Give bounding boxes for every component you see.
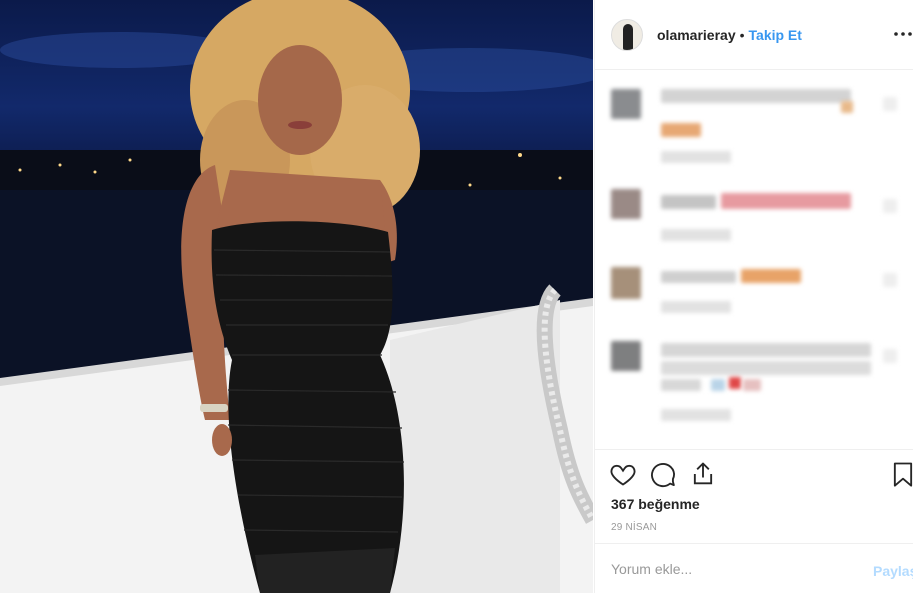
- comment-avatar[interactable]: [611, 189, 641, 219]
- add-comment-bar: Paylaş: [595, 543, 913, 593]
- comment-like-icon[interactable]: [883, 97, 897, 111]
- comment-avatar[interactable]: [611, 267, 641, 299]
- comment-text: [661, 361, 871, 375]
- comment-text: [743, 379, 761, 391]
- comment-meta: [661, 229, 731, 241]
- comment-text: [661, 271, 736, 283]
- instagram-post-view: olamarieray • Takip Et 367 beğenme 29 Nİ…: [0, 0, 913, 593]
- comment-text: [661, 123, 701, 137]
- comment-text: [661, 195, 716, 209]
- speech-bubble-icon[interactable]: [649, 460, 677, 488]
- comment-meta: [661, 301, 731, 313]
- comment-text: [661, 89, 851, 103]
- comment-like-icon[interactable]: [883, 199, 897, 213]
- comment-meta: [661, 409, 731, 421]
- comment-like-icon[interactable]: [883, 349, 897, 363]
- post-photo-illustration: [0, 0, 593, 593]
- comment-text: [729, 377, 741, 389]
- post-date[interactable]: 29 NİSAN: [611, 522, 657, 533]
- comment-avatar[interactable]: [611, 89, 641, 119]
- comment-text: [741, 269, 801, 283]
- comment-text: [661, 379, 701, 391]
- post-side-panel: olamarieray • Takip Et 367 beğenme 29 Nİ…: [594, 0, 913, 593]
- bookmark-icon[interactable]: [889, 460, 913, 488]
- comment-meta: [661, 151, 731, 163]
- comments-list: [595, 71, 913, 449]
- post-header: olamarieray • Takip Et: [595, 0, 913, 70]
- share-comment-button[interactable]: Paylaş: [873, 563, 913, 579]
- username-link[interactable]: olamarieray: [657, 27, 736, 43]
- avatar[interactable]: [611, 18, 643, 51]
- comment-avatar[interactable]: [611, 341, 641, 371]
- more-options-icon[interactable]: [892, 22, 913, 52]
- likes-count[interactable]: 367 beğenme: [611, 496, 700, 512]
- follow-button[interactable]: Takip Et: [749, 27, 802, 43]
- comment-text: [661, 343, 871, 357]
- comment-text: [841, 101, 853, 113]
- post-photo[interactable]: [0, 0, 593, 593]
- comment-text: [711, 379, 725, 391]
- heart-icon[interactable]: [609, 460, 637, 488]
- comment-input[interactable]: [611, 558, 841, 580]
- comment-like-icon[interactable]: [883, 273, 897, 287]
- comment-text: [721, 193, 851, 209]
- post-actions: 367 beğenme 29 NİSAN: [595, 449, 913, 543]
- share-upload-icon[interactable]: [689, 460, 717, 488]
- separator-dot: •: [739, 26, 745, 43]
- avatar-figure: [623, 23, 633, 50]
